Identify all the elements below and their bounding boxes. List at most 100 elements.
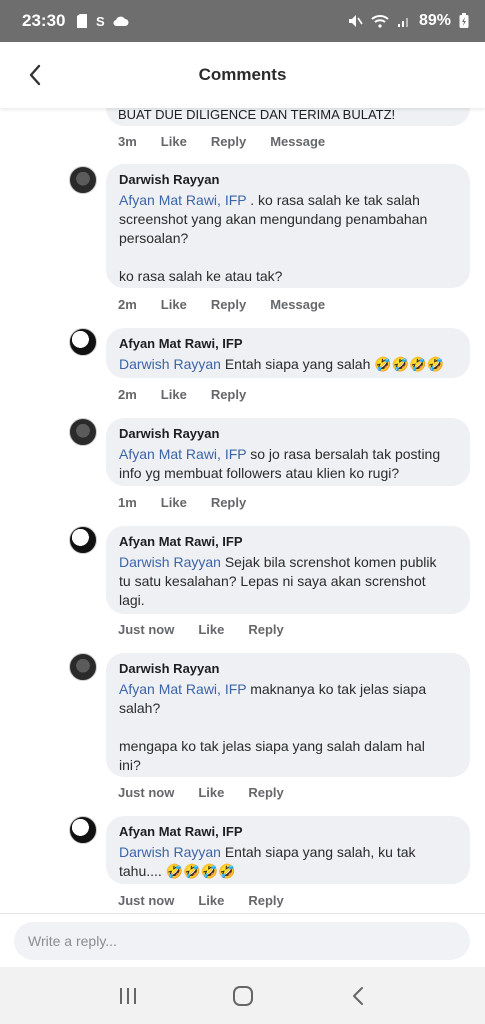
- reply-button[interactable]: Reply: [248, 785, 283, 800]
- comment-time: Just now: [118, 893, 175, 908]
- comment-time: Just now: [118, 785, 175, 800]
- app-s-icon: S: [96, 14, 105, 28]
- comment-time: 3m: [118, 134, 137, 149]
- comment-author[interactable]: Darwish Rayyan: [119, 661, 458, 676]
- comment-text: info yg membuat followers atau klien ko …: [119, 465, 400, 481]
- comments-header: Comments: [0, 42, 485, 108]
- avatar[interactable]: [69, 526, 97, 554]
- like-button[interactable]: Like: [161, 134, 187, 149]
- system-back-button[interactable]: [338, 976, 378, 1016]
- comment-text: . ko rasa salah ke tak salah: [246, 192, 420, 208]
- message-button[interactable]: Message: [270, 134, 325, 149]
- comment-bubble: Darwish Rayyan Afyan Mat Rawi, IFP makna…: [106, 653, 470, 777]
- comment-actions: Just now Like Reply: [118, 622, 308, 637]
- mention-link[interactable]: Afyan Mat Rawi, IFP: [119, 446, 246, 462]
- mention-link[interactable]: Afyan Mat Rawi, IFP: [119, 192, 246, 208]
- reply-button[interactable]: Reply: [248, 893, 283, 908]
- comment-actions: Just now Like Reply: [118, 785, 308, 800]
- reply-bar: [0, 913, 485, 967]
- mute-icon: [348, 15, 363, 27]
- comment-bubble: Darwish Rayyan Afyan Mat Rawi, IFP . ko …: [106, 164, 470, 288]
- svg-text:S: S: [96, 14, 105, 28]
- avatar[interactable]: [69, 418, 97, 446]
- comment-author[interactable]: Darwish Rayyan: [119, 426, 458, 441]
- like-button[interactable]: Like: [198, 893, 224, 908]
- status-bar: 23:30 S 89%: [0, 0, 485, 42]
- reply-button[interactable]: Reply: [211, 134, 246, 149]
- mention-link[interactable]: Afyan Mat Rawi, IFP: [119, 681, 246, 697]
- status-notification-icons: S: [77, 14, 129, 28]
- comment-text: salah?: [119, 700, 161, 716]
- sim-icon: [77, 14, 88, 28]
- comment-text: [119, 248, 458, 267]
- comment-text: tahu.... 🤣🤣🤣🤣: [119, 863, 236, 879]
- comment-text-cut: BUAT DUE DILIGENCE DAN TERIMA BULATZ!: [118, 108, 396, 122]
- reply-button[interactable]: Reply: [248, 622, 283, 637]
- mention-link[interactable]: Darwish Rayyan: [119, 554, 221, 570]
- like-button[interactable]: Like: [161, 297, 187, 312]
- mention-link[interactable]: Darwish Rayyan: [119, 356, 221, 372]
- comment-text: tu satu kesalahan? Lepas ni saya akan sc…: [119, 573, 426, 589]
- page-title: Comments: [198, 65, 287, 84]
- like-button[interactable]: Like: [198, 785, 224, 800]
- message-button[interactable]: Message: [270, 297, 325, 312]
- reply-button[interactable]: Reply: [211, 387, 246, 402]
- comment-author[interactable]: Afyan Mat Rawi, IFP: [119, 824, 458, 839]
- comment-actions: 1m Like Reply: [118, 495, 270, 510]
- comment-actions: Just now Like Reply: [118, 893, 308, 908]
- comment-text: Sejak bila screnshot komen publik: [220, 554, 437, 570]
- comment-author[interactable]: Afyan Mat Rawi, IFP: [119, 534, 458, 549]
- wifi-icon: [371, 15, 389, 28]
- comment-bubble: Afyan Mat Rawi, IFP Darwish Rayyan Entah…: [106, 816, 470, 884]
- status-right: 89%: [347, 12, 469, 30]
- avatar[interactable]: [69, 653, 97, 681]
- avatar[interactable]: [69, 328, 97, 356]
- like-button[interactable]: Like: [161, 495, 187, 510]
- reply-input[interactable]: [14, 922, 470, 960]
- battery-level: 89%: [418, 12, 451, 29]
- comment-actions: 2m Like Reply: [118, 387, 270, 402]
- comment-actions: 2m Like Reply Message: [118, 297, 349, 312]
- comment-bubble-cut: BUAT DUE DILIGENCE DAN TERIMA BULATZ!: [106, 108, 470, 126]
- comment-text: ini?: [119, 757, 141, 773]
- comment-author[interactable]: Afyan Mat Rawi, IFP: [119, 336, 458, 351]
- reply-button[interactable]: Reply: [211, 495, 246, 510]
- home-button[interactable]: [223, 976, 263, 1016]
- comment-text: Entah siapa yang salah, ku tak: [220, 844, 416, 860]
- comment-time: 2m: [118, 297, 137, 312]
- comment-text: Entah siapa yang salah 🤣🤣🤣🤣: [220, 356, 444, 372]
- comment-bubble: Darwish Rayyan Afyan Mat Rawi, IFP so jo…: [106, 418, 470, 486]
- recents-button[interactable]: [108, 976, 148, 1016]
- mention-link[interactable]: Darwish Rayyan: [119, 844, 221, 860]
- battery-charging-icon: [459, 13, 469, 28]
- comment-actions: 3m Like Reply Message: [118, 134, 349, 149]
- like-button[interactable]: Like: [198, 622, 224, 637]
- comment-text: mengapa ko tak jelas siapa yang salah da…: [119, 738, 425, 754]
- comment-text: screenshot yang akan mengundang penambah…: [119, 211, 428, 227]
- comment-time: 2m: [118, 387, 137, 402]
- avatar[interactable]: [69, 166, 97, 194]
- comment-author[interactable]: Darwish Rayyan: [119, 172, 458, 187]
- reply-button[interactable]: Reply: [211, 297, 246, 312]
- back-button[interactable]: [22, 60, 48, 90]
- comment-text: persoalan?: [119, 230, 189, 246]
- like-button[interactable]: Like: [161, 387, 187, 402]
- comment-text: maknanya ko tak jelas siapa: [246, 681, 427, 697]
- comment-text: [119, 718, 458, 737]
- recents-icon: [119, 987, 136, 1004]
- system-nav-bar: [0, 967, 485, 1024]
- home-icon: [232, 985, 253, 1006]
- comment-time: Just now: [118, 622, 175, 637]
- avatar[interactable]: [69, 816, 97, 844]
- comment-time: 1m: [118, 495, 137, 510]
- signal-icon: [397, 18, 408, 27]
- comment-bubble: Afyan Mat Rawi, IFP Darwish Rayyan Entah…: [106, 328, 470, 378]
- back-icon: [352, 986, 363, 1005]
- chevron-left-icon: [29, 64, 41, 86]
- comments-list: BUAT DUE DILIGENCE DAN TERIMA BULATZ! 3m…: [0, 108, 485, 913]
- status-time: 23:30: [22, 11, 66, 30]
- comment-text: lagi.: [119, 592, 145, 608]
- cloud-icon: [113, 16, 129, 27]
- comment-text: ko rasa salah ke atau tak?: [119, 268, 283, 284]
- comment-text: so jo rasa bersalah tak posting: [246, 446, 441, 462]
